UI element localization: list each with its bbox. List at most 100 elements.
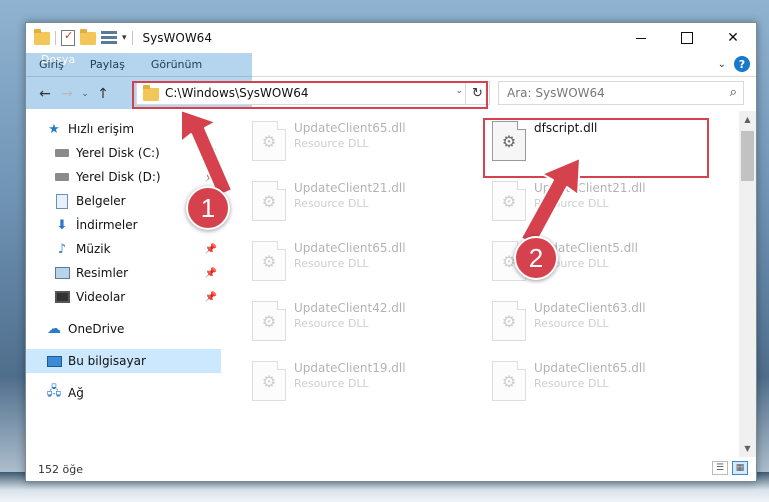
dll-file-icon: ⚙ <box>252 181 286 221</box>
sidebar-item-local-disk-c[interactable]: Yerel Disk (C:) 📌 <box>26 141 221 165</box>
music-icon: ♪ <box>57 241 67 257</box>
cloud-icon: ☁ <box>47 321 61 337</box>
file-item[interactable]: ⚙ UpdateClient63.dll Resource DLL <box>486 295 712 351</box>
star-icon: ★ <box>48 121 60 137</box>
file-type: Resource DLL <box>534 317 609 330</box>
file-type: Resource DLL <box>294 137 369 150</box>
ribbon-tabs: Dosya Giriş Paylaş Görünüm ⌄ ? <box>26 53 756 109</box>
file-type: Resource DLL <box>294 317 369 330</box>
scroll-thumb[interactable] <box>741 131 754 181</box>
sidebar-item-pictures[interactable]: Resimler 📌 <box>26 261 221 285</box>
sidebar-item-videos[interactable]: Videolar 📌 <box>26 285 221 309</box>
toolbar-divider <box>131 31 133 45</box>
sidebar-item-music[interactable]: ♪ Müzik 📌 <box>26 237 221 261</box>
file-item[interactable]: ⚙ UpdateClient65.dll Resource DLL <box>486 355 712 411</box>
recent-locations-icon[interactable]: ⌄ <box>78 89 92 99</box>
sidebar-item-quick-access[interactable]: ★ Hızlı erişim <box>26 117 221 141</box>
dll-file-icon: ⚙ <box>252 361 286 401</box>
network-icon: 🖧 <box>46 384 62 399</box>
step-badge-2: 2 <box>514 236 558 280</box>
customize-toolbar-icon[interactable]: ▾ <box>122 33 127 43</box>
pin-icon[interactable]: 📌 <box>205 244 217 255</box>
sidebar-item-label: Müzik <box>76 242 111 256</box>
navigation-pane: ★ Hızlı erişim Yerel Disk (C:) 📌 Yerel D… <box>26 111 222 457</box>
sidebar-item-label: İndirmeler <box>76 218 138 232</box>
search-icon[interactable]: ⌕ <box>730 85 737 100</box>
address-path: C:\Windows\SysWOW64 <box>165 86 309 100</box>
sidebar-item-label: OneDrive <box>68 322 125 336</box>
file-type: Resource DLL <box>294 197 369 210</box>
properties-icon[interactable] <box>61 29 75 46</box>
window-title: SysWOW64 <box>142 31 212 45</box>
dll-file-icon: ⚙ <box>492 301 526 341</box>
ribbon-right-controls: ⌄ ? <box>718 56 750 72</box>
sidebar-item-label: Resimler <box>76 266 129 280</box>
dll-file-icon: ⚙ <box>492 181 526 221</box>
file-explorer-window: ▾ SysWOW64 ✕ Dosya Giriş Paylaş Görünüm … <box>25 22 757 482</box>
dll-file-icon: ⚙ <box>252 241 286 281</box>
tiles-view-icon[interactable]: ▦ <box>732 461 748 475</box>
quick-access-toolbar: ▾ <box>26 28 133 46</box>
item-count: 152 öğe <box>38 462 83 476</box>
file-type: Resource DLL <box>534 197 609 210</box>
file-type: Resource DLL <box>294 257 369 270</box>
download-icon: ⬇ <box>56 217 68 233</box>
up-arrow-icon[interactable]: ↑ <box>92 86 114 102</box>
document-icon <box>54 193 70 209</box>
back-arrow-icon[interactable]: ← <box>34 86 56 102</box>
pin-icon[interactable]: 📌 <box>205 268 217 279</box>
pictures-icon <box>54 265 70 281</box>
file-item[interactable]: ⚙ UpdateClient21.dll Resource DLL <box>246 175 472 231</box>
file-name: UpdateClient21.dll <box>534 181 646 195</box>
maximize-button[interactable] <box>664 23 710 53</box>
file-type: Resource DLL <box>534 377 609 390</box>
file-name: UpdateClient65.dll <box>294 121 406 135</box>
forward-arrow-icon[interactable]: → <box>56 86 78 102</box>
pin-icon[interactable]: 📌 <box>205 172 217 183</box>
folder-icon <box>34 28 50 45</box>
refresh-icon[interactable]: ↻ <box>465 82 489 104</box>
pin-icon[interactable]: 📌 <box>205 148 217 159</box>
details-view-icon[interactable]: ☰ <box>712 461 728 475</box>
file-item[interactable]: ⚙ UpdateClient65.dll Resource DLL <box>246 115 472 171</box>
view-icon[interactable] <box>101 31 117 45</box>
folder-icon <box>143 84 159 101</box>
sidebar-item-network[interactable]: 🖧 Ağ <box>26 381 221 405</box>
sidebar-item-local-disk-d[interactable]: Yerel Disk (D:) 📌 <box>26 165 221 189</box>
file-name: UpdateClient65.dll <box>294 241 406 255</box>
file-item[interactable]: ⚙ UpdateClient42.dll Resource DLL <box>246 295 472 351</box>
close-button[interactable]: ✕ <box>710 23 756 53</box>
view-switcher: ☰ ▦ <box>712 461 748 475</box>
search-input[interactable]: Ara: SysWOW64 ⌕ <box>498 81 744 105</box>
file-item[interactable]: ⚙ UpdateClient19.dll Resource DLL <box>246 355 472 411</box>
window-controls: ✕ <box>618 23 756 53</box>
address-bar[interactable]: C:\Windows\SysWOW64 ⌄ ↻ <box>136 81 490 105</box>
dll-file-icon: ⚙ <box>492 121 526 161</box>
sidebar-item-this-pc[interactable]: Bu bilgisayar <box>26 349 221 373</box>
address-dropdown-icon[interactable]: ⌄ <box>455 86 463 96</box>
status-bar: 152 öğe ☰ ▦ <box>26 457 756 481</box>
sidebar-item-onedrive[interactable]: ☁ OneDrive <box>26 317 221 341</box>
pin-icon[interactable]: 📌 <box>205 292 217 303</box>
navigation-bar: ← → ⌄ ↑ C:\Windows\SysWOW64 ⌄ ↻ Ara: Sys… <box>26 77 756 111</box>
scroll-up-icon[interactable]: ▲ <box>739 111 756 128</box>
toolbar-divider <box>55 31 56 45</box>
sidebar-item-label: Yerel Disk (D:) <box>76 170 161 184</box>
expand-ribbon-icon[interactable]: ⌄ <box>718 59 726 70</box>
new-folder-icon[interactable] <box>80 28 96 45</box>
scroll-down-icon[interactable]: ▼ <box>739 440 756 457</box>
file-item[interactable]: ⚙ UpdateClient21.dll Resource DLL <box>486 175 712 231</box>
sidebar-item-label: Yerel Disk (C:) <box>76 146 160 160</box>
sidebar-item-label: Bu bilgisayar <box>68 354 146 368</box>
vertical-scrollbar[interactable]: ▲ ▼ <box>739 111 756 457</box>
sidebar-item-label: Ağ <box>68 386 84 400</box>
drive-icon <box>54 145 70 161</box>
search-placeholder: Ara: SysWOW64 <box>507 86 605 100</box>
file-item[interactable]: ⚙ UpdateClient65.dll Resource DLL <box>246 235 472 291</box>
dll-file-icon: ⚙ <box>252 121 286 161</box>
video-icon <box>54 289 70 305</box>
help-icon[interactable]: ? <box>734 56 750 72</box>
file-name: dfscript.dll <box>534 121 598 135</box>
file-item-dfscript[interactable]: ⚙ dfscript.dll <box>486 115 712 171</box>
minimize-button[interactable] <box>618 23 664 53</box>
